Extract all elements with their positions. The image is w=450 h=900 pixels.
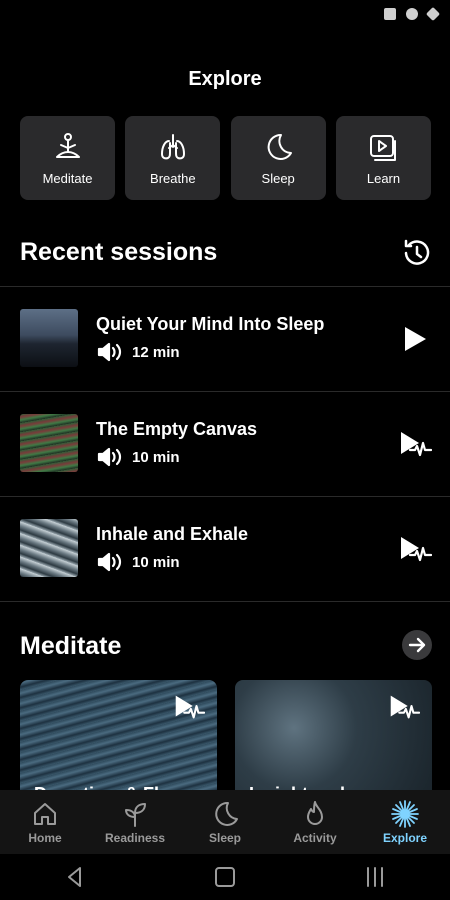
moon-icon [215, 801, 238, 826]
recents-icon[interactable] [362, 864, 388, 890]
meditate-card[interactable]: Downtime & Fla... [20, 680, 217, 800]
session-row[interactable]: Quiet Your Mind Into Sleep 12 min [0, 286, 450, 391]
nav-label: Activity [293, 831, 337, 845]
nav-item-activity[interactable]: Activity [270, 790, 360, 854]
session-meta: 10 min [96, 551, 180, 573]
flame-icon [307, 801, 323, 825]
speaker-icon [97, 342, 122, 362]
meditate-card[interactable]: Insight and... [235, 680, 432, 800]
bottom-nav: Home Readiness Sleep Activity Explore [0, 790, 450, 854]
nav-label: Home [28, 831, 62, 845]
home-icon [34, 803, 56, 825]
status-circle-icon [406, 8, 418, 20]
divider [0, 601, 450, 602]
moon-icon [267, 133, 293, 160]
status-icons [384, 6, 441, 22]
nav-label: Readiness [104, 831, 166, 845]
meditate-cards: Downtime & Fla... Insight and... [20, 680, 432, 800]
nav-label: Sleep [208, 831, 241, 845]
history-icon[interactable] [400, 236, 434, 270]
session-row[interactable]: The Empty Canvas 10 min [0, 391, 450, 496]
play-video-icon [370, 134, 397, 161]
session-row[interactable]: Inhale and Exhale 10 min [0, 496, 450, 601]
play-waveform-icon [175, 695, 205, 719]
category-label: Breathe [150, 170, 196, 186]
session-meta: 12 min [96, 341, 180, 363]
status-square-icon [384, 8, 396, 20]
session-title: The Empty Canvas [96, 419, 258, 439]
category-tiles: Meditate Breathe Sleep Learn [20, 116, 431, 200]
see-all-button[interactable] [402, 630, 432, 660]
session-thumbnail [20, 309, 78, 367]
category-learn-button[interactable]: Learn [335, 116, 431, 200]
session-title: Inhale and Exhale [96, 524, 249, 544]
back-icon[interactable] [62, 864, 88, 890]
meditate-section-title: Meditate [20, 632, 122, 660]
nav-item-home[interactable]: Home [0, 790, 90, 854]
nav-item-sleep[interactable]: Sleep [180, 790, 270, 854]
category-meditate-button[interactable]: Meditate [20, 116, 115, 200]
session-duration: 10 min [132, 553, 180, 571]
system-nav [0, 854, 450, 900]
category-label: Learn [366, 170, 401, 186]
session-thumbnail [20, 414, 78, 472]
play-waveform-icon[interactable] [396, 426, 432, 462]
status-diamond-icon [425, 6, 441, 22]
lungs-icon [160, 133, 185, 159]
category-label: Sleep [261, 170, 295, 186]
meditate-icon [55, 132, 80, 158]
nav-item-explore[interactable]: Explore [360, 790, 450, 854]
home-square-icon[interactable] [212, 864, 238, 890]
category-label: Meditate [42, 170, 93, 186]
play-waveform-icon [390, 695, 420, 719]
page-title: Explore [188, 68, 262, 90]
session-title: Quiet Your Mind Into Sleep [96, 314, 325, 334]
nav-label: Explore [382, 831, 427, 845]
arrow-right-icon [408, 637, 426, 653]
sprout-icon [125, 803, 146, 827]
recent-sessions-title: Recent sessions [20, 238, 218, 266]
session-duration: 10 min [132, 448, 180, 466]
category-sleep-button[interactable]: Sleep [230, 116, 326, 200]
speaker-icon [97, 552, 122, 572]
nav-item-readiness[interactable]: Readiness [90, 790, 180, 854]
session-duration: 12 min [132, 343, 180, 361]
play-waveform-icon[interactable] [396, 531, 432, 567]
category-breathe-button[interactable]: Breathe [125, 116, 221, 200]
play-icon[interactable] [396, 321, 432, 357]
speaker-icon [97, 447, 122, 467]
sparkle-explore-icon [391, 800, 419, 828]
session-thumbnail [20, 519, 78, 577]
session-meta: 10 min [96, 446, 180, 468]
